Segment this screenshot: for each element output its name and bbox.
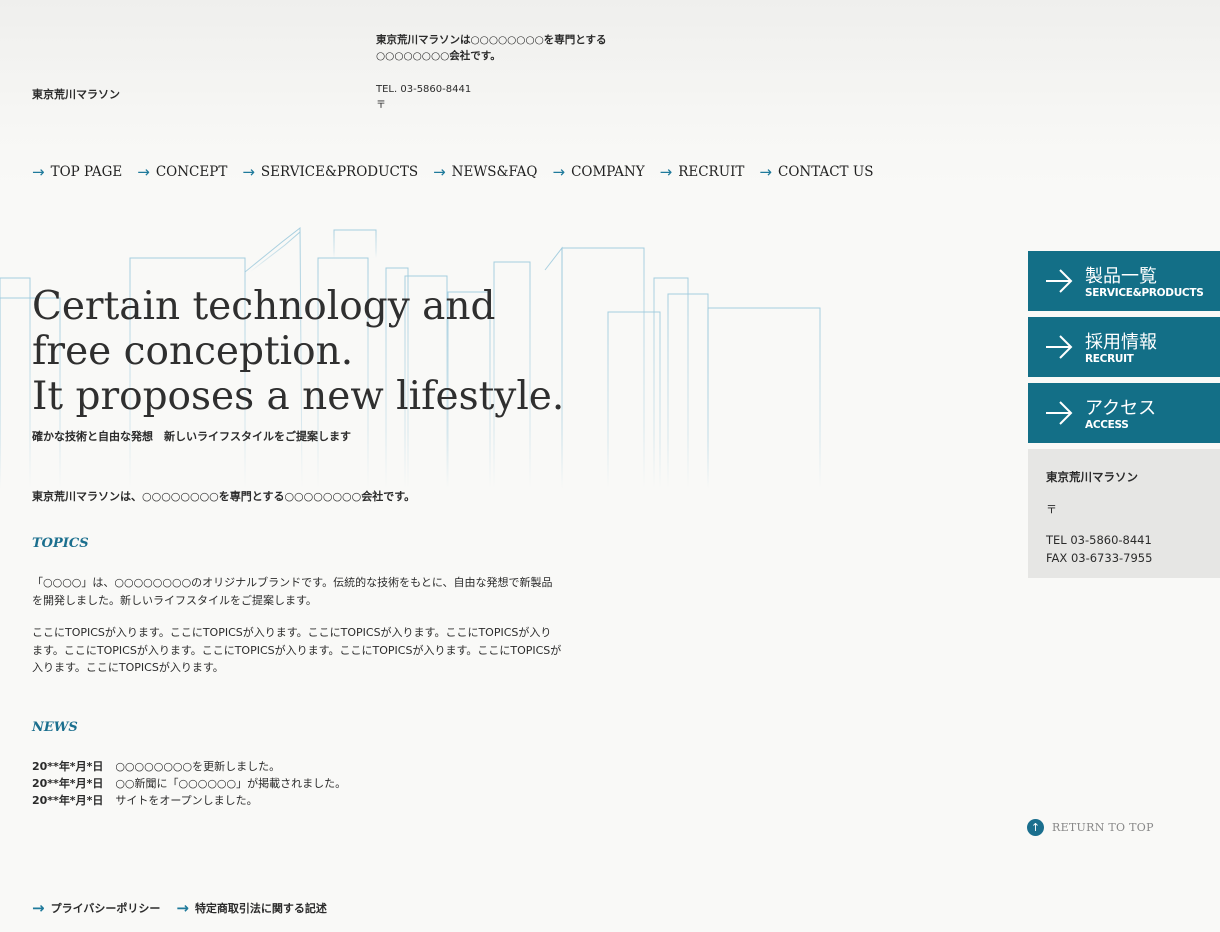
info-contact: TEL 03-5860-8441 FAX 03-6733-7955 xyxy=(1046,531,1152,567)
arrow-right-icon: → xyxy=(137,162,150,181)
hero-line-1: Certain technology and xyxy=(32,284,496,329)
nav-item-company[interactable]: → COMPANY xyxy=(552,164,644,180)
info-tel: TEL 03-5860-8441 xyxy=(1046,533,1152,547)
nav-label: RECRUIT xyxy=(678,164,745,180)
side-button-en-label: SERVICE&PRODUCTS xyxy=(1085,287,1204,299)
nav-label: CONCEPT xyxy=(155,164,228,180)
hero-subtitle: 確かな技術と自由な発想 新しいライフスタイルをご提案します xyxy=(32,430,351,443)
side-button-products[interactable]: 製品一覧 SERVICE&PRODUCTS xyxy=(1028,251,1220,311)
header-tel: TEL. 03-5860-8441 xyxy=(376,84,472,95)
arrow-right-icon xyxy=(1046,335,1073,359)
footer-link-label: プライバシーポリシー xyxy=(50,902,161,915)
nav-label: COMPANY xyxy=(571,164,645,180)
news-item: 20**年*月*日 ○○新聞に「○○○○○○」が掲載されました。 xyxy=(32,775,346,792)
news-text: ○○○○○○○○を更新しました。 xyxy=(115,760,281,773)
tagline-line-2: ○○○○○○○○会社です。 xyxy=(376,50,501,62)
news-date: 20**年*月*日 xyxy=(32,794,104,807)
nav-item-recruit[interactable]: → RECRUIT xyxy=(660,164,745,180)
side-button-access[interactable]: アクセス ACCESS xyxy=(1028,383,1220,443)
footer-link-privacy[interactable]: → プライバシーポリシー xyxy=(32,900,160,916)
nav-label: TOP PAGE xyxy=(50,164,123,180)
news-list: 20**年*月*日 ○○○○○○○○を更新しました。 20**年*月*日 ○○新聞に… xyxy=(32,758,346,809)
news-date: 20**年*月*日 xyxy=(32,760,104,773)
side-button-en-label: ACCESS xyxy=(1085,419,1129,431)
side-button-jp-label: アクセス xyxy=(1085,398,1157,419)
topics-heading: TOPICS xyxy=(32,536,89,551)
hero-line-3: It proposes a new lifestyle. xyxy=(32,374,565,419)
arrow-right-icon xyxy=(1046,401,1073,425)
return-to-top-link[interactable]: ↑ RETURN TO TOP xyxy=(1027,819,1154,836)
nav-item-service-products[interactable]: → SERVICE&PRODUCTS xyxy=(242,164,418,180)
footer-link-label: 特定商取引法に関する記述 xyxy=(194,902,327,915)
news-text: サイトをオープンしました。 xyxy=(115,794,258,807)
intro-text: 東京荒川マラソンは、○○○○○○○○を専門とする○○○○○○○○会社です。 xyxy=(32,490,416,503)
arrow-right-icon: → xyxy=(32,162,45,181)
news-item: 20**年*月*日 ○○○○○○○○を更新しました。 xyxy=(32,758,346,775)
footer-links: → プライバシーポリシー → 特定商取引法に関する記述 xyxy=(32,900,327,916)
footer-link-commerce-law[interactable]: → 特定商取引法に関する記述 xyxy=(176,900,327,916)
nav-item-concept[interactable]: → CONCEPT xyxy=(137,164,227,180)
arrow-right-icon: → xyxy=(242,162,255,181)
news-text: ○○新聞に「○○○○○○」が掲載されました。 xyxy=(115,777,347,790)
site-name[interactable]: 東京荒川マラソン xyxy=(32,86,120,102)
nav-label: SERVICE&PRODUCTS xyxy=(260,164,419,180)
news-heading: NEWS xyxy=(32,720,78,735)
nav-label: NEWS&FAQ xyxy=(451,164,538,180)
hero-line-2: free conception. xyxy=(32,329,354,374)
side-button-jp-label: 製品一覧 xyxy=(1085,266,1157,287)
return-to-top-label: RETURN TO TOP xyxy=(1052,821,1154,834)
news-date: 20**年*月*日 xyxy=(32,777,104,790)
arrow-right-icon: → xyxy=(759,162,772,181)
company-info-box: 東京荒川マラソン 〒 TEL 03-5860-8441 FAX 03-6733-… xyxy=(1028,449,1220,578)
side-button-en-label: RECRUIT xyxy=(1085,353,1134,365)
info-postal: 〒 xyxy=(1046,503,1057,516)
nav-item-top-page[interactable]: → TOP PAGE xyxy=(32,164,122,180)
hero-title: Certain technology and free conception. … xyxy=(32,284,564,419)
nav-item-contact-us[interactable]: → CONTACT US xyxy=(759,164,873,180)
arrow-right-icon: → xyxy=(552,162,566,181)
arrow-right-icon: → xyxy=(176,898,189,917)
info-fax: FAX 03-6733-7955 xyxy=(1046,551,1153,565)
header: 東京荒川マラソン 東京荒川マラソンは○○○○○○○○を専門とする ○○○○○○○… xyxy=(0,0,1220,188)
tagline-line-1: 東京荒川マラソンは○○○○○○○○を専門とする xyxy=(376,34,607,46)
arrow-right-icon: → xyxy=(433,162,446,181)
arrow-right-icon xyxy=(1046,269,1073,293)
arrow-up-icon: ↑ xyxy=(1027,819,1044,836)
arrow-right-icon: → xyxy=(659,162,673,181)
side-button-recruit[interactable]: 採用情報 RECRUIT xyxy=(1028,317,1220,377)
main-nav: → TOP PAGE → CONCEPT → SERVICE&PRODUCTS → NE… xyxy=(32,164,873,180)
header-contact: TEL. 03-5860-8441 〒 xyxy=(376,82,471,114)
arrow-right-icon: → xyxy=(32,898,45,917)
news-item: 20**年*月*日 サイトをオープンしました。 xyxy=(32,792,346,809)
header-postal: 〒 xyxy=(376,100,386,111)
info-company-name: 東京荒川マラソン xyxy=(1046,470,1138,484)
nav-item-news-faq[interactable]: → NEWS&FAQ xyxy=(433,164,537,180)
header-tagline: 東京荒川マラソンは○○○○○○○○を専門とする ○○○○○○○○会社です。 xyxy=(376,32,606,64)
side-button-jp-label: 採用情報 xyxy=(1085,332,1157,353)
topics-paragraph-1: 「○○○○」は、○○○○○○○○のオリジナルブランドです。伝統的な技術をもとに、… xyxy=(32,576,553,607)
topics-paragraph-2: ここにTOPICSが入ります。ここにTOPICSが入ります。ここにTOPICSが… xyxy=(32,626,562,674)
nav-label: CONTACT US xyxy=(778,164,874,180)
